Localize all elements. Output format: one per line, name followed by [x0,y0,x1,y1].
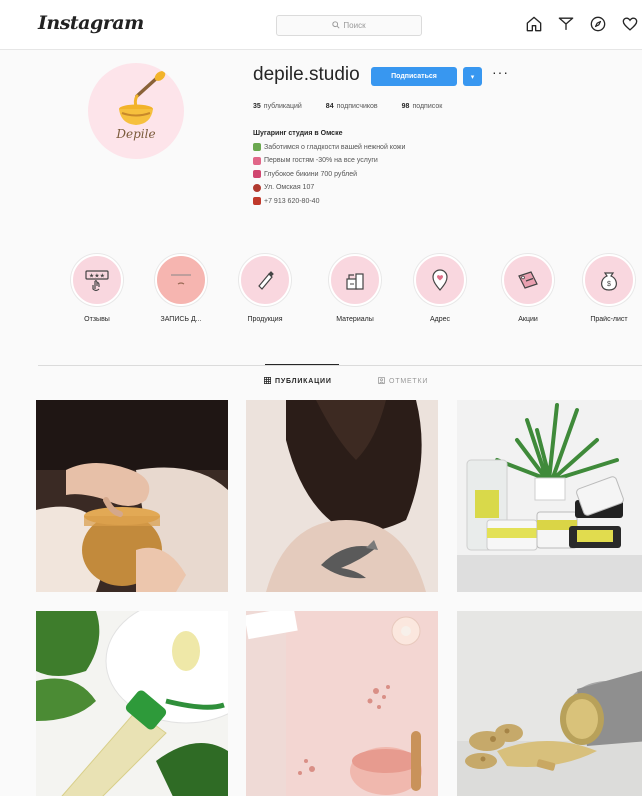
followers-stat[interactable]: 84 подписчиков [326,103,378,110]
house-emoji-icon [253,143,261,152]
highlight-label: Прайс-лист [590,316,628,323]
following-label: подписок [412,103,443,110]
bio-line: Глубокое бикини 700 рублей [264,170,358,178]
profile-username: depile.studio [253,64,360,85]
followers-count: 84 [325,103,334,110]
highlight-cover: ★★★ [71,254,123,306]
gift-emoji-icon [253,156,261,165]
tab-tagged[interactable]: ОТМЕТКИ [378,377,428,386]
highlight-address[interactable]: Адрес [407,254,473,323]
highlight-cover: $ [583,254,635,306]
highlight-label: Продукция [247,316,283,323]
highlight-promotions[interactable]: Акции [495,254,561,323]
highlight-cover [414,254,466,306]
stars-hand-icon: ★★★ [85,270,109,292]
posts-label: публикаций [263,103,302,110]
highlight-products[interactable]: Продукция [232,254,298,323]
tab-tagged-label: ОТМЕТКИ [389,378,429,385]
highlight-cover [502,254,554,306]
tabs-divider [38,365,642,366]
tab-posts[interactable]: ПУБЛИКАЦИИ [264,377,332,386]
highlight-price-list[interactable]: $ Прайс-лист [576,254,642,323]
more-options-button[interactable]: ··· [492,64,509,80]
post-image [246,400,438,592]
highlight-label: Отзывы [84,316,110,323]
highlight-materials[interactable]: Материалы [322,254,388,323]
post-thumbnail[interactable] [457,400,642,592]
profile-avatar[interactable]: Depile [88,63,184,159]
post-thumbnail[interactable] [36,400,228,592]
highlight-cover [155,254,207,306]
posts-stat: 35 публикаций [253,103,302,110]
tagged-person-icon [378,377,385,386]
avatar-logo-text: Depile [116,127,156,141]
highlight-label: Материалы [336,316,374,323]
highlight-label: Акции [518,316,538,323]
tube-icon [258,271,274,290]
instagram-logo[interactable]: Instagram [38,12,144,34]
highlight-cover [239,254,291,306]
sale-tag-icon [518,271,538,289]
materials-icon [346,273,364,290]
suggestions-dropdown-button[interactable]: ▾ [463,67,482,86]
search-icon [332,20,340,31]
honey-bowl-dipper-icon [119,71,166,125]
svg-text:★★★: ★★★ [89,273,105,280]
home-icon[interactable] [524,14,544,34]
post-thumbnail[interactable] [246,400,438,592]
chevron-down-icon: ▾ [470,73,475,81]
highlight-reviews[interactable]: ★★★ Отзывы [64,254,130,323]
highlight-label: Адрес [429,316,451,323]
svg-text:$: $ [607,281,611,288]
post-thumbnail[interactable] [457,611,642,796]
bio-name: Шугаринг студия в Омске [253,130,343,137]
explore-compass-icon[interactable] [588,14,608,34]
direct-messages-icon[interactable] [556,14,576,34]
profile-bio: Шугаринг студия в Омске Заботимся о глад… [253,127,583,208]
search-placeholder: Поиск [343,21,366,30]
active-tab-indicator [265,364,339,365]
bio-line: Первым гостям -30% на все услуги [264,157,378,164]
post-image [457,400,642,592]
highlight-label: ЗАПИСЬ Д... [160,316,202,323]
search-input[interactable]: Поиск [276,15,422,36]
post-image [36,611,228,796]
bio-line: Заботимся о гладкости вашей нежной кожи [264,143,406,151]
bio-line: Ул. Омская 107 [264,184,315,191]
following-stat[interactable]: 98 подписок [402,103,443,110]
highlight-cover [329,254,381,306]
top-navigation-bar: Instagram Поиск [0,0,642,50]
followers-label: подписчиков [336,103,378,110]
location-pin-icon [432,269,448,291]
post-thumbnail[interactable] [36,611,228,796]
post-thumbnail[interactable] [246,611,438,796]
highlight-booking[interactable]: ЗАПИСЬ Д... [148,254,214,323]
activity-heart-icon[interactable] [620,14,640,34]
tab-posts-label: ПУБЛИКАЦИИ [275,378,332,385]
post-image [457,611,642,796]
profile-stats: 35 публикаций 84 подписчиков 98 подписок [253,103,442,110]
follow-button[interactable]: Подписаться [371,67,457,86]
following-count: 98 [401,103,410,110]
bow-emoji-icon [253,170,261,179]
grid-icon [264,377,271,386]
booking-icon [171,274,191,285]
pin-emoji-icon [253,183,261,192]
bio-line: +7 913 620-80-40 [264,197,320,205]
money-bag-icon: $ [601,272,617,291]
post-image [36,400,228,592]
post-image [246,611,438,796]
phone-emoji-icon [253,197,261,206]
posts-count: 35 [253,103,261,110]
